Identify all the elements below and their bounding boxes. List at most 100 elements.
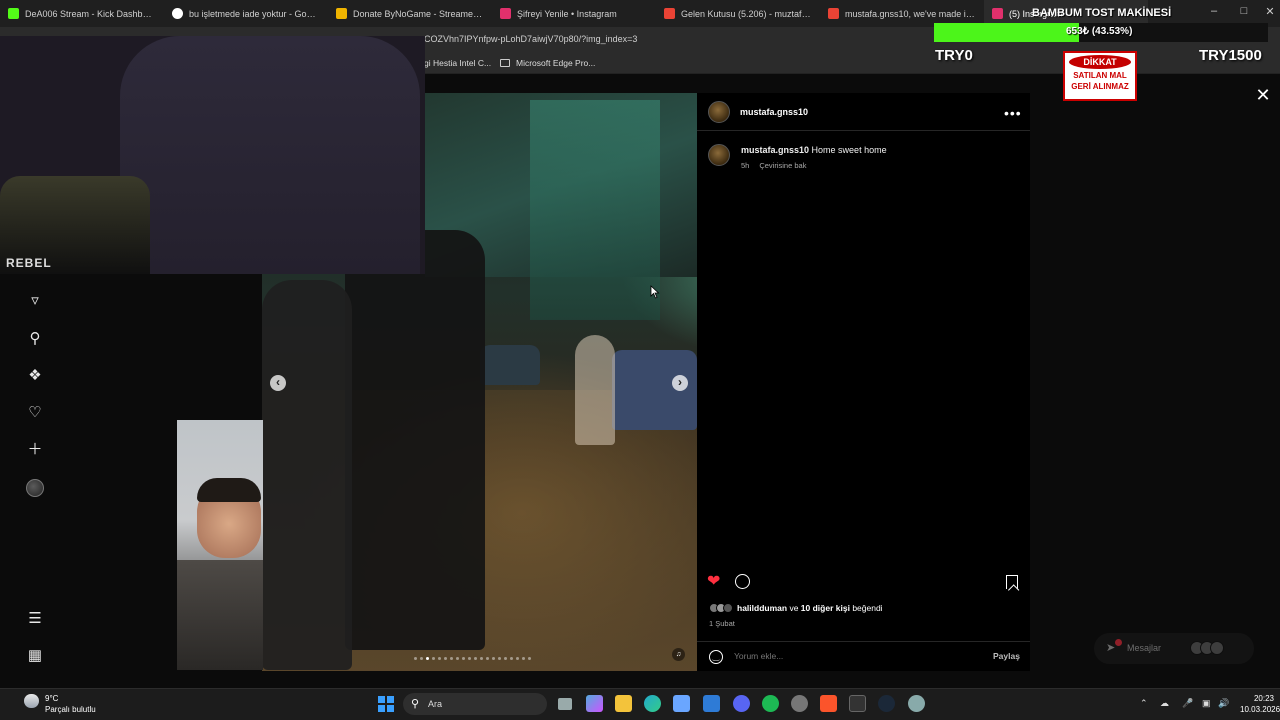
settings-gear-icon[interactable]	[908, 695, 925, 712]
menu-icon[interactable]: ☰	[26, 610, 44, 628]
liked-by-text: halildduman ve 10 diğer kişi beğendi	[737, 603, 883, 613]
microphone-icon[interactable]: 🎤	[1182, 698, 1193, 709]
slide-dot	[528, 657, 531, 660]
file-explorer-icon[interactable]	[615, 695, 632, 712]
mouse-cursor	[650, 285, 660, 299]
notifications-heart-icon[interactable]: ♡	[26, 404, 44, 422]
slide-dot	[510, 657, 513, 660]
caption-avatar[interactable]	[708, 144, 730, 166]
author-avatar[interactable]	[708, 101, 730, 123]
windows-start-icon[interactable]	[378, 696, 394, 712]
warning-sign: DİKKAT SATILAN MAL GERİ ALINMAZ	[1063, 51, 1137, 101]
close-window-icon[interactable]: ✕	[1262, 5, 1278, 18]
volume-icon[interactable]: 🔊	[1218, 698, 1229, 709]
browser-icon[interactable]	[791, 695, 808, 712]
audio-icon[interactable]: ♫	[672, 648, 685, 661]
weather-cloud-icon[interactable]	[24, 694, 39, 708]
discord-icon[interactable]	[733, 695, 750, 712]
messages-button[interactable]: ➤ Mesajlar	[1094, 633, 1254, 664]
screen: DeA006 Stream - Kick Dashboard bu işletm…	[0, 0, 1280, 720]
tab-bynogame[interactable]: Donate ByNoGame - Streamer Settings	[328, 0, 492, 27]
task-view-icon[interactable]	[558, 698, 572, 710]
post-image-building	[530, 100, 660, 320]
liked-by[interactable]: halildduman ve 10 diğer kişi beğendi	[709, 603, 883, 613]
url-text[interactable]: COZVhn7IPYnfpw-pLohD7aiwjV70p80/?img_ind…	[424, 34, 637, 44]
terminal-icon[interactable]	[849, 695, 866, 712]
minimize-icon[interactable]: –	[1206, 5, 1222, 17]
instagram-icon	[992, 8, 1003, 19]
tab-google[interactable]: bu işletmede iade yoktur - Google'da	[164, 0, 328, 27]
save-bookmark-icon[interactable]	[1006, 575, 1018, 589]
slide-dot	[480, 657, 483, 660]
slide-dot	[468, 657, 471, 660]
weather-temp[interactable]: 9°C	[45, 694, 58, 703]
post-header: mustafa.gnss10 •••	[697, 93, 1030, 131]
warning-sign-header: DİKKAT	[1069, 55, 1131, 69]
slide-indicator	[414, 657, 531, 660]
more-options-icon[interactable]: •••	[1004, 105, 1022, 121]
bookmark-edge[interactable]: Microsoft Edge Pro...	[500, 58, 595, 68]
reels-icon[interactable]: ▿	[26, 292, 44, 310]
brave-icon[interactable]	[820, 695, 837, 712]
comment-icon[interactable]	[735, 574, 750, 589]
profile-avatar[interactable]	[26, 479, 44, 497]
onedrive-icon[interactable]: ☁	[1160, 698, 1169, 709]
spotify-icon[interactable]	[762, 695, 779, 712]
threads-icon[interactable]: ▦	[26, 647, 44, 665]
slide-dot	[456, 657, 459, 660]
donation-goal-fill	[934, 23, 1080, 42]
create-plus-icon[interactable]: ＋	[26, 441, 44, 459]
steam-icon[interactable]	[878, 695, 895, 712]
like-heart-icon[interactable]: ❤	[707, 573, 720, 591]
post-comment-button[interactable]: Paylaş	[993, 651, 1020, 661]
edge-icon[interactable]	[644, 695, 661, 712]
taskbar	[0, 688, 1280, 720]
copilot-icon[interactable]	[586, 695, 603, 712]
slide-dot	[486, 657, 489, 660]
explore-icon[interactable]: ❖	[26, 367, 44, 385]
post-image-person	[575, 335, 615, 445]
maximize-icon[interactable]: □	[1236, 5, 1252, 17]
tab-kick[interactable]: DeA006 Stream - Kick Dashboard	[0, 0, 164, 27]
warning-sign-line1: SATILAN MAL	[1073, 71, 1127, 80]
taskbar-search[interactable]: ⚲ Ara	[403, 693, 547, 715]
bookmark-hestia[interactable]: gi Hestia Intel C...	[424, 58, 491, 68]
network-icon[interactable]: ▣	[1202, 698, 1211, 709]
weather-desc[interactable]: Parçalı bulutlu	[45, 705, 96, 714]
taskbar-search-placeholder: Ara	[428, 699, 443, 709]
author-username[interactable]: mustafa.gnss10	[740, 107, 808, 117]
webcam-hair	[197, 478, 261, 502]
donation-goal-min: TRY0	[935, 47, 973, 64]
mail-icon[interactable]	[703, 695, 720, 712]
search-icon[interactable]: ⚲	[26, 330, 44, 348]
close-post-icon[interactable]: ✕	[1254, 86, 1272, 104]
slide-dot	[516, 657, 519, 660]
slide-dot	[450, 657, 453, 660]
clock-time: 20:23	[1253, 694, 1274, 703]
caption-time: 5h	[741, 161, 750, 170]
tray-chevron-icon[interactable]: ⌃	[1140, 698, 1148, 709]
slide-dot	[426, 657, 429, 660]
messages-label: Mesajlar	[1127, 643, 1162, 653]
slide-dot	[438, 657, 441, 660]
webcam-shirt-text: REBEL	[6, 256, 52, 270]
slide-dot	[474, 657, 477, 660]
see-translation-link[interactable]: Çevirisine bak	[759, 161, 806, 170]
post-image-car	[612, 350, 697, 430]
previous-slide-button[interactable]: ‹	[270, 375, 286, 391]
post-image-person	[262, 280, 352, 670]
emoji-icon[interactable]: ‿	[709, 650, 723, 664]
caption-username[interactable]: mustafa.gnss10	[741, 145, 809, 155]
taskbar-clock[interactable]: 20:23 10.03.2026	[1240, 693, 1280, 715]
search-icon: ⚲	[411, 698, 420, 710]
slide-dot	[432, 657, 435, 660]
comment-input[interactable]	[734, 651, 964, 661]
instagram-icon	[500, 8, 511, 19]
tab-instagram-reset[interactable]: Şifreyi Yenile • Instagram	[492, 0, 656, 27]
donation-goal-title: BAMBUM TOST MAKİNESİ	[1032, 7, 1172, 19]
next-slide-button[interactable]: ›	[672, 375, 688, 391]
store-icon[interactable]	[673, 695, 690, 712]
caption-text: Home sweet home	[811, 145, 887, 155]
slide-dot	[444, 657, 447, 660]
tab-gmail-inbox[interactable]: Gelen Kutusu (5.206) - muztafagune	[656, 0, 820, 27]
